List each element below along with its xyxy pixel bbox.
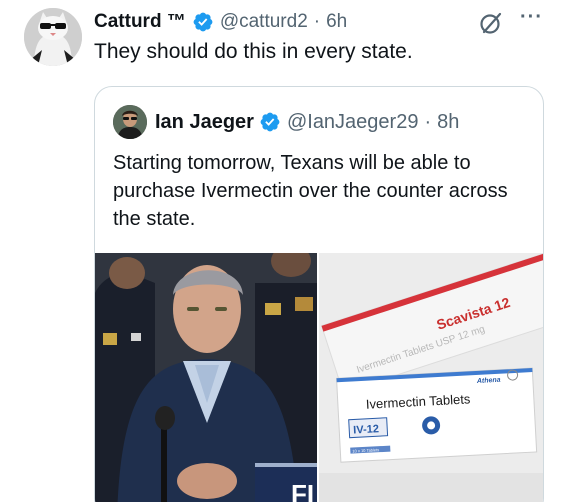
- quoted-tweet-header: Ian Jaeger @IanJaeger29 · 8h: [155, 107, 459, 137]
- avatar[interactable]: [24, 8, 82, 66]
- package-code: IV-12: [353, 423, 379, 436]
- verified-badge-icon: [260, 112, 280, 132]
- timestamp[interactable]: 6h: [326, 11, 347, 33]
- more-options-icon[interactable]: ···: [520, 6, 543, 29]
- grok-icon[interactable]: [478, 10, 504, 36]
- verified-badge-icon: [193, 12, 213, 32]
- quoted-avatar[interactable]: [113, 105, 147, 139]
- package-brand: Athena: [476, 377, 501, 385]
- medicine-box-photo: Scavista 12 Ivermectin Tablets USP 12 mg…: [319, 253, 543, 502]
- tweet-text: They should do this in every state.: [94, 40, 413, 63]
- podium-text: FI: [291, 479, 314, 502]
- media-photo-right[interactable]: Scavista 12 Ivermectin Tablets USP 12 mg…: [319, 253, 543, 502]
- separator-dot: ·: [313, 11, 321, 32]
- author-handle[interactable]: @catturd2: [220, 11, 308, 33]
- quoted-timestamp[interactable]: 8h: [437, 111, 459, 134]
- separator-dot: ·: [424, 110, 432, 133]
- media-grid: FI Scavista 12 Ivermectin Tablets USP 12…: [95, 253, 543, 502]
- cat-avatar-icon: [24, 8, 82, 66]
- press-conference-photo: FI: [95, 253, 317, 502]
- quoted-tweet-card[interactable]: Ian Jaeger @IanJaeger29 · 8h Starting to…: [94, 86, 544, 502]
- quoted-author-name[interactable]: Ian Jaeger: [155, 111, 254, 134]
- media-photo-left[interactable]: FI: [95, 253, 317, 502]
- profile-photo-icon: [113, 105, 147, 139]
- quoted-tweet-text: Starting tomorrow, Texans will be able t…: [113, 152, 508, 230]
- author-name[interactable]: Catturd ™: [94, 11, 186, 33]
- tweet-header: Catturd ™ @catturd2 · 6h: [94, 8, 347, 36]
- quoted-author-handle[interactable]: @IanJaeger29: [287, 111, 419, 134]
